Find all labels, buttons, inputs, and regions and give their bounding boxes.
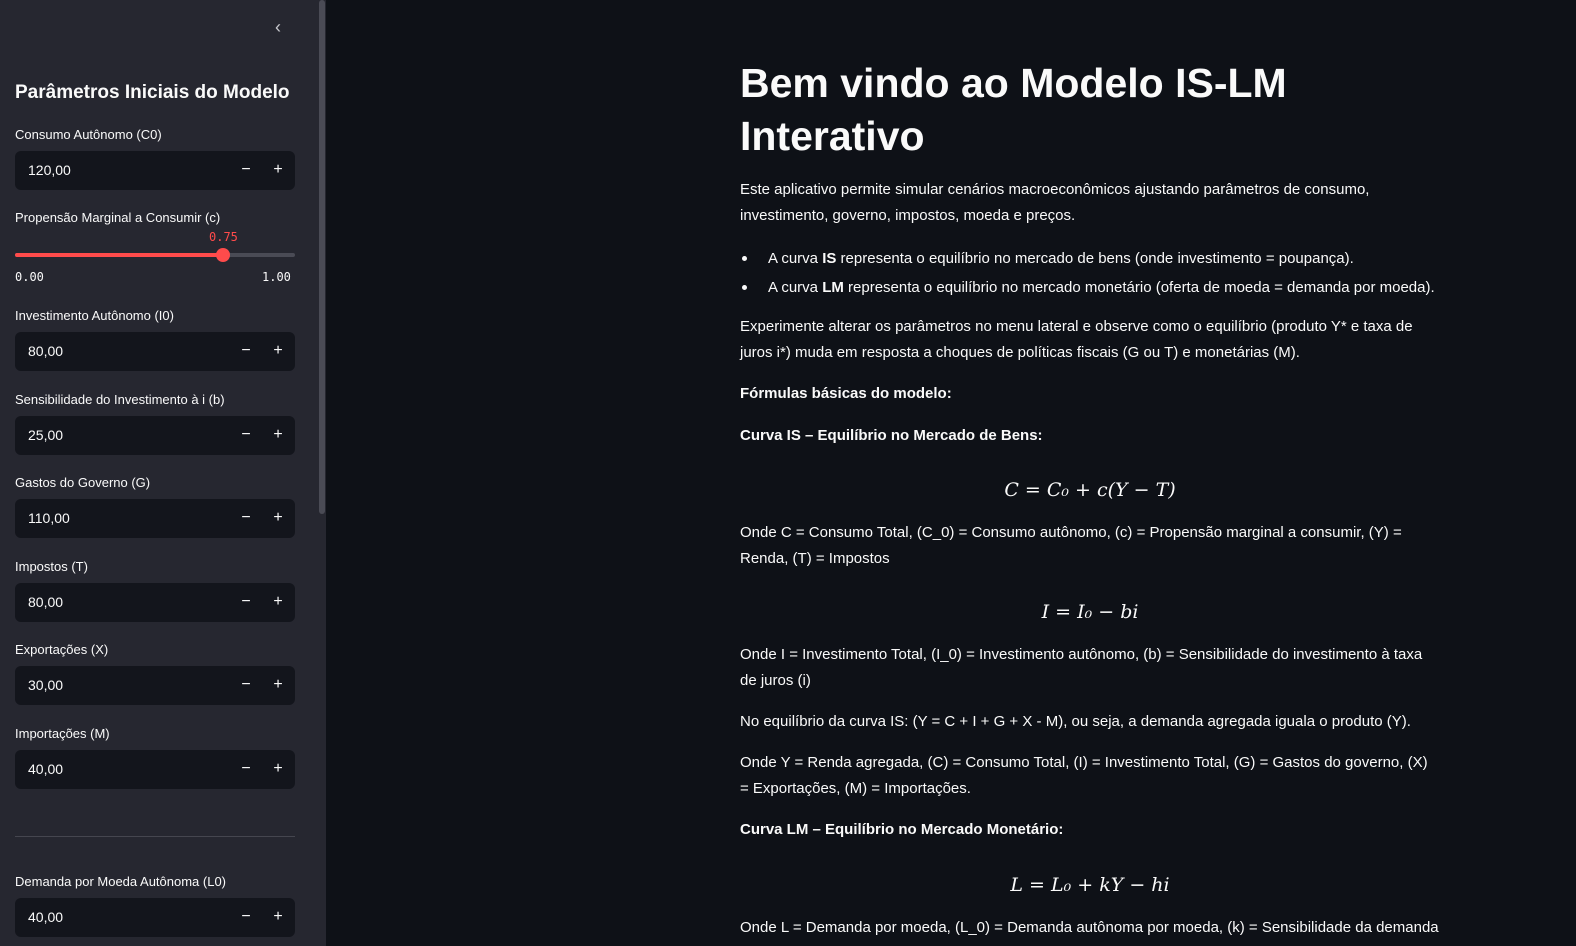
money-demand-description: Onde L = Demanda por moeda, (L_0) = Dema… bbox=[740, 919, 1439, 936]
formulas-heading: Fórmulas básicas do modelo: bbox=[740, 385, 952, 402]
equation-consumption: C = C₀ + c(Y − T) bbox=[1004, 479, 1176, 501]
input-value[interactable]: 30,00 bbox=[28, 666, 63, 705]
equation-money-demand: L = L₀ + kY − hi bbox=[1010, 874, 1170, 896]
consumption-description: Onde C = Consumo Total, (C_0) = Consumo … bbox=[740, 524, 1402, 567]
decrement-button[interactable]: − bbox=[231, 898, 261, 937]
is-heading: Curva IS – Equilíbrio no Mercado de Bens… bbox=[740, 427, 1043, 444]
is-variables-text: Onde Y = Renda agregada, (C) = Consumo T… bbox=[740, 754, 1428, 797]
decrement-button[interactable]: − bbox=[231, 332, 261, 371]
input-value[interactable]: 40,00 bbox=[28, 750, 63, 789]
decrement-button[interactable]: − bbox=[231, 583, 261, 622]
chevron-left-icon[interactable]: ‹ bbox=[268, 16, 288, 38]
increment-button[interactable]: + bbox=[263, 499, 293, 538]
input-c0[interactable]: 120,00 − + bbox=[15, 151, 295, 190]
input-g[interactable]: 110,00 − + bbox=[15, 499, 295, 538]
sidebar-title: Parâmetros Iniciais do Modelo bbox=[15, 82, 290, 103]
list-item: A curva IS representa o equilíbrio no me… bbox=[740, 244, 1460, 273]
input-m[interactable]: 40,00 − + bbox=[15, 750, 295, 789]
sidebar-scrollbar[interactable] bbox=[319, 0, 325, 514]
decrement-button[interactable]: − bbox=[231, 666, 261, 705]
decrement-button[interactable]: − bbox=[231, 499, 261, 538]
label-t: Impostos (T) bbox=[15, 559, 88, 574]
slider-value: 0.75 bbox=[209, 230, 238, 244]
slider-min-label: 0.00 bbox=[15, 270, 44, 284]
input-l0[interactable]: 40,00 − + bbox=[15, 898, 295, 937]
increment-button[interactable]: + bbox=[263, 898, 293, 937]
slider-fill bbox=[15, 253, 223, 257]
input-t[interactable]: 80,00 − + bbox=[15, 583, 295, 622]
intro-paragraph: Este aplicativo permite simular cenários… bbox=[740, 181, 1370, 224]
label-c0: Consumo Autônomo (C0) bbox=[15, 127, 162, 142]
decrement-button[interactable]: − bbox=[231, 416, 261, 455]
bullet-list: A curva IS representa o equilíbrio no me… bbox=[740, 244, 1460, 302]
increment-button[interactable]: + bbox=[263, 416, 293, 455]
input-value[interactable]: 80,00 bbox=[28, 332, 63, 371]
increment-button[interactable]: + bbox=[263, 332, 293, 371]
label-l0: Demanda por Moeda Autônoma (L0) bbox=[15, 874, 227, 889]
slider-thumb[interactable] bbox=[216, 248, 230, 262]
decrement-button[interactable]: − bbox=[231, 750, 261, 789]
label-m: Importações (M) bbox=[15, 726, 110, 741]
sidebar: ‹ Parâmetros Iniciais do Modelo Consumo … bbox=[0, 0, 326, 946]
experiment-paragraph: Experimente alterar os parâmetros no men… bbox=[740, 318, 1413, 361]
label-i0: Investimento Autônomo (I0) bbox=[15, 308, 174, 323]
is-equilibrium-text: No equilíbrio da curva IS: (Y = C + I + … bbox=[740, 713, 1411, 730]
label-g: Gastos do Governo (G) bbox=[15, 475, 151, 490]
increment-button[interactable]: + bbox=[263, 666, 293, 705]
input-value[interactable]: 110,00 bbox=[28, 499, 70, 538]
label-b: Sensibilidade do Investimento à i (b) bbox=[15, 392, 225, 407]
input-value[interactable]: 25,00 bbox=[28, 416, 63, 455]
list-item: A curva LM representa o equilíbrio no me… bbox=[740, 273, 1460, 302]
input-value[interactable]: 40,00 bbox=[28, 898, 63, 937]
increment-button[interactable]: + bbox=[263, 583, 293, 622]
slider-max-label: 1.00 bbox=[262, 270, 291, 284]
equation-investment: I = I₀ − bi bbox=[1041, 601, 1139, 623]
input-value[interactable]: 120,00 bbox=[28, 151, 71, 190]
increment-button[interactable]: + bbox=[263, 750, 293, 789]
lm-heading: Curva LM – Equilíbrio no Mercado Monetár… bbox=[740, 821, 1064, 838]
sidebar-divider bbox=[15, 836, 295, 837]
decrement-button[interactable]: − bbox=[231, 151, 261, 190]
input-value[interactable]: 80,00 bbox=[28, 583, 63, 622]
label-x: Exportações (X) bbox=[15, 642, 109, 657]
input-x[interactable]: 30,00 − + bbox=[15, 666, 295, 705]
increment-button[interactable]: + bbox=[263, 151, 293, 190]
input-i0[interactable]: 80,00 − + bbox=[15, 332, 295, 371]
page-title: Bem vindo ao Modelo IS-LM Interativo bbox=[740, 60, 1287, 159]
investment-description: Onde I = Investimento Total, (I_0) = Inv… bbox=[740, 646, 1423, 689]
label-slider-c: Propensão Marginal a Consumir (c) bbox=[15, 210, 221, 225]
input-b[interactable]: 25,00 − + bbox=[15, 416, 295, 455]
